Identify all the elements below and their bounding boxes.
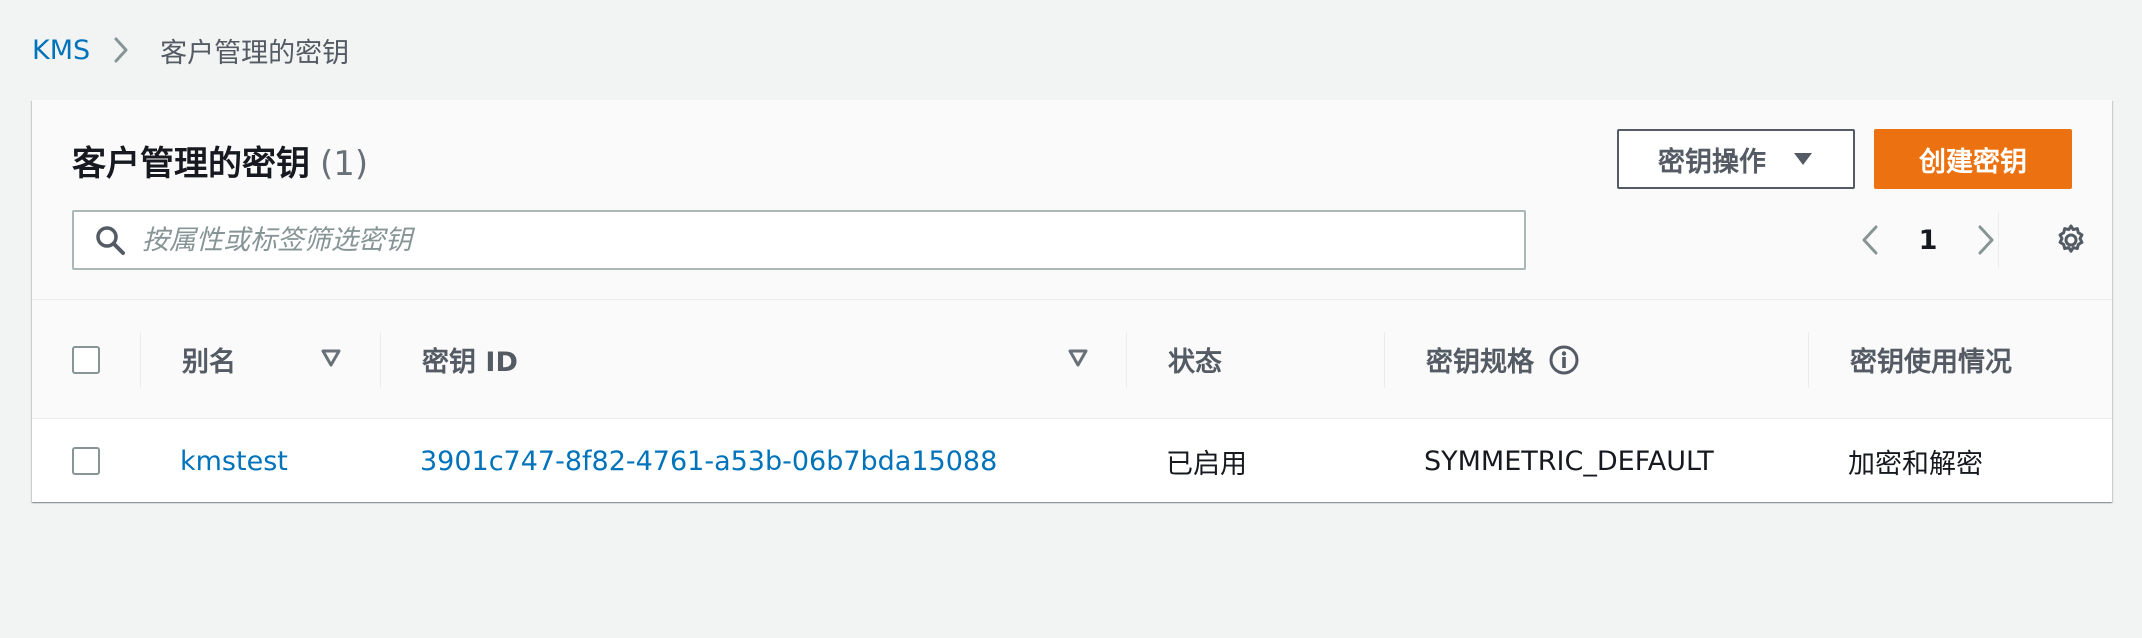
breadcrumb-current: 客户管理的密钥 <box>160 37 350 69</box>
chevron-left-icon[interactable] <box>1852 218 1888 262</box>
page-title-text: 客户管理的密钥 <box>72 144 310 184</box>
key-actions-button[interactable]: 密钥操作 <box>1617 129 1855 189</box>
sort-icon[interactable] <box>320 348 342 368</box>
divider <box>1998 212 1999 268</box>
key-count: (1) <box>320 144 369 184</box>
sort-icon[interactable] <box>1067 348 1089 368</box>
panel-header: 客户管理的密钥 (1) 密钥操作 创建密钥 1 <box>32 100 2112 300</box>
search-icon <box>94 224 126 256</box>
column-divider <box>140 332 141 388</box>
key-spec-value: SYMMETRIC_DEFAULT <box>1424 445 1714 477</box>
key-spec-label: 密钥规格 <box>1426 347 1534 378</box>
column-divider <box>1808 332 1809 388</box>
breadcrumb-kms-link[interactable]: KMS <box>32 35 90 66</box>
search-field[interactable] <box>72 210 1526 270</box>
caret-down-icon <box>1792 151 1814 167</box>
column-header-key-id[interactable]: 密钥 ID <box>422 300 518 419</box>
table-header: 别名 密钥 ID 状态 密钥规格 密钥使用情况 <box>32 300 2112 419</box>
page-title: 客户管理的密钥 (1) <box>72 136 368 185</box>
column-header-status: 状态 <box>1168 347 1222 378</box>
keys-table-panel: 客户管理的密钥 (1) 密钥操作 创建密钥 1 <box>32 100 2112 502</box>
key-id-link[interactable]: 3901c747-8f82-4761-a53b-06b7bda15088 <box>420 420 997 502</box>
column-header-key-usage: 密钥使用情况 <box>1850 347 2012 378</box>
search-input[interactable] <box>140 212 1524 268</box>
key-status: 已启用 <box>1166 448 1247 480</box>
key-actions-label: 密钥操作 <box>1658 146 1766 178</box>
select-all-checkbox[interactable] <box>72 346 100 374</box>
column-header-key-spec: 密钥规格 <box>1426 300 1580 419</box>
key-alias-link[interactable]: kmstest <box>180 420 288 502</box>
gear-icon[interactable] <box>2051 220 2091 260</box>
column-divider <box>1126 332 1127 388</box>
column-header-alias[interactable]: 别名 <box>182 300 236 419</box>
key-usage-value: 加密和解密 <box>1848 448 1983 480</box>
table-row: kmstest 3901c747-8f82-4761-a53b-06b7bda1… <box>32 420 2112 502</box>
chevron-right-icon <box>112 35 130 65</box>
breadcrumb: KMS 客户管理的密钥 <box>32 28 349 72</box>
info-icon[interactable] <box>1548 344 1580 376</box>
create-key-button[interactable]: 创建密钥 <box>1874 129 2072 189</box>
row-checkbox[interactable] <box>72 447 100 475</box>
column-divider <box>1384 332 1385 388</box>
current-page-number[interactable]: 1 <box>1888 225 1968 256</box>
column-divider <box>380 332 381 388</box>
pagination: 1 <box>1852 218 2004 262</box>
